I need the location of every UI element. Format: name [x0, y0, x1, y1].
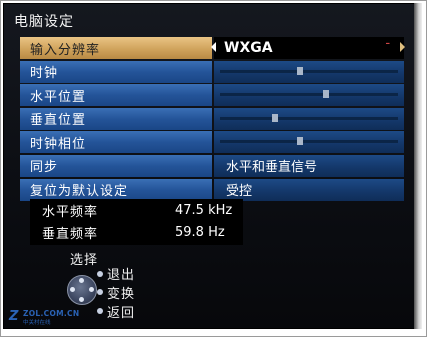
- row-label: 时钟: [20, 60, 212, 83]
- select-label: 选择: [70, 253, 99, 268]
- minus-icon: –: [385, 39, 391, 49]
- v-freq-row: 垂直频率 59.8 Hz: [30, 221, 243, 243]
- chevron-left-icon[interactable]: [211, 42, 216, 52]
- row-label: 输入分辨率: [20, 37, 212, 59]
- menu-row-input-resolution[interactable]: 输入分辨率 WXGA –: [20, 37, 405, 59]
- slider-thumb[interactable]: [297, 66, 304, 75]
- chevron-right-icon[interactable]: [400, 42, 405, 52]
- resolution-selector[interactable]: WXGA –: [211, 37, 405, 59]
- slider-track: [220, 140, 398, 144]
- row-label: 水平位置: [20, 84, 212, 107]
- dpad-right-dot: [89, 287, 94, 292]
- v-freq-value: 59.8 Hz: [175, 224, 225, 240]
- row-label: 时钟相位: [20, 131, 212, 154]
- watermark-subtext: 中关村在线: [23, 320, 51, 326]
- slider-thumb[interactable]: [323, 90, 330, 99]
- back-label: 返回: [107, 306, 136, 321]
- row-label: 复位为默认设定: [20, 178, 212, 201]
- menu-row-vertical-position[interactable]: 垂直位置: [20, 107, 404, 130]
- vertical-position-slider[interactable]: [214, 107, 404, 130]
- slider-track: [220, 93, 398, 97]
- menu-row-sync[interactable]: 同步 水平和垂直信号: [20, 154, 404, 177]
- clock-phase-slider[interactable]: [214, 131, 404, 154]
- watermark-z-glyph: Z: [9, 309, 19, 324]
- slider-thumb[interactable]: [271, 113, 278, 122]
- settings-menu: 输入分辨率 WXGA – 时钟 水平位置 垂直位置 时钟相位 同步 水平和垂直信…: [20, 37, 405, 202]
- change-label: 变换: [107, 287, 136, 302]
- watermark-logo: Z ZOL.COM.CN 中关村在线: [9, 309, 79, 329]
- screen-bezel-edge: [414, 3, 422, 329]
- sync-value[interactable]: 水平和垂直信号: [214, 154, 404, 177]
- menu-row-reset-default[interactable]: 复位为默认设定 受控: [20, 178, 404, 201]
- slider-track: [220, 69, 398, 73]
- v-freq-label: 垂直频率: [42, 226, 99, 242]
- h-freq-label: 水平频率: [42, 204, 99, 220]
- osd-screen: 电脑设定 输入分辨率 WXGA – 时钟 水平位置 垂直位置 时钟相位 同步 水…: [3, 3, 418, 329]
- h-freq-value: 47.5 kHz: [175, 202, 233, 218]
- slider-track: [220, 116, 398, 120]
- resolution-value: WXGA: [224, 40, 273, 56]
- exit-bullet-icon: [97, 271, 103, 277]
- change-bullet-icon: [97, 289, 103, 295]
- menu-row-horizontal-position[interactable]: 水平位置: [20, 84, 404, 107]
- row-label: 同步: [20, 154, 212, 177]
- menu-row-clock-phase[interactable]: 时钟相位: [20, 131, 404, 154]
- horizontal-position-slider[interactable]: [214, 84, 404, 107]
- dpad-left-dot: [70, 287, 75, 292]
- dpad-down-dot: [79, 297, 84, 302]
- button-legend: 选择 退出 变换 返回: [65, 247, 205, 327]
- h-freq-row: 水平频率 47.5 kHz: [30, 199, 243, 221]
- exit-label: 退出: [107, 268, 136, 283]
- slider-thumb[interactable]: [297, 137, 304, 146]
- watermark-text: ZOL.COM.CN: [23, 309, 80, 318]
- clock-slider[interactable]: [214, 60, 404, 83]
- menu-title: 电脑设定: [14, 14, 74, 30]
- menu-row-clock[interactable]: 时钟: [20, 60, 404, 83]
- back-bullet-icon: [97, 308, 103, 314]
- reset-value[interactable]: 受控: [214, 178, 404, 201]
- row-label: 垂直位置: [20, 107, 212, 130]
- dpad-up-dot: [79, 278, 84, 283]
- signal-info-panel: 水平频率 47.5 kHz 垂直频率 59.8 Hz: [30, 199, 243, 245]
- dpad-icon: [67, 275, 97, 305]
